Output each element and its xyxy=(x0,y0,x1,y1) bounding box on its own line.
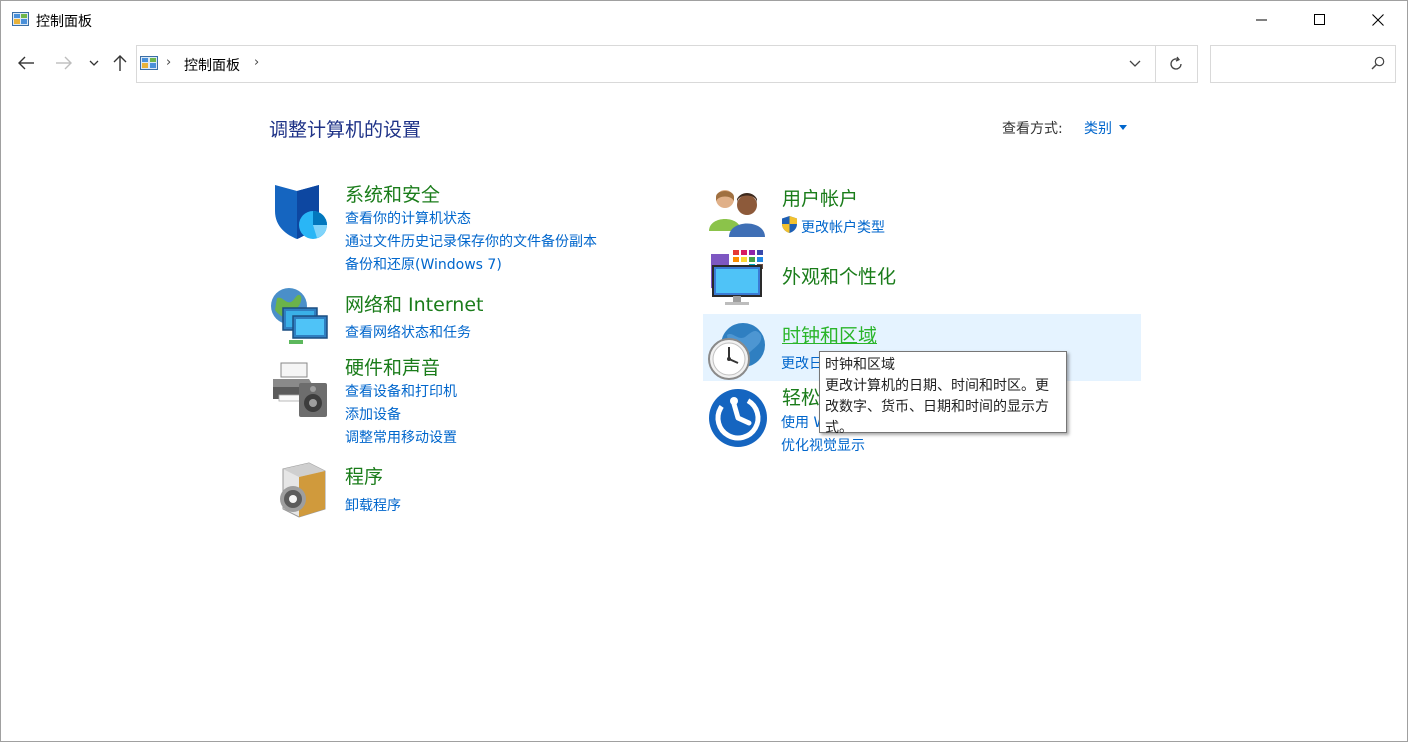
search-icon xyxy=(1371,56,1385,70)
category-title-network-internet[interactable]: 网络和 Internet xyxy=(345,290,483,317)
view-by-dropdown[interactable]: 类别 xyxy=(1084,118,1112,138)
control-panel-window: 控制面板 › 控制面板 › 调整计算机的设置 查看方式: 类别 系统和安全 查看… xyxy=(0,0,1408,742)
appearance-monitor-icon[interactable] xyxy=(709,248,771,310)
close-icon xyxy=(1372,14,1384,26)
close-button[interactable] xyxy=(1349,1,1407,39)
category-title-system-security[interactable]: 系统和安全 xyxy=(345,180,440,207)
up-button[interactable] xyxy=(109,51,131,75)
tooltip-body: 更改计算机的日期、时间和时区。更改数字、货币、日期和时间的显示方式。 xyxy=(825,378,1049,436)
recent-locations-button[interactable] xyxy=(84,51,104,75)
arrow-left-icon xyxy=(18,56,34,70)
tooltip-title: 时钟和区域 xyxy=(825,357,895,373)
chevron-down-icon xyxy=(89,60,99,66)
category-title-programs[interactable]: 程序 xyxy=(345,462,383,489)
network-globe-icon[interactable] xyxy=(269,286,331,348)
link-file-history-backup[interactable]: 通过文件历史记录保存你的文件备份副本 xyxy=(345,231,597,251)
link-change-date-time[interactable]: 更改日 xyxy=(781,353,823,373)
ease-of-access-icon[interactable] xyxy=(707,387,769,449)
search-box[interactable] xyxy=(1210,45,1396,83)
view-by-label: 查看方式: xyxy=(1002,121,1063,137)
minimize-icon xyxy=(1256,19,1267,21)
category-title-ease-of-access[interactable]: 轻松 xyxy=(782,383,820,410)
category-title-clock-region[interactable]: 时钟和区域 xyxy=(782,321,877,348)
breadcrumb-separator[interactable]: › xyxy=(166,55,171,70)
link-view-computer-status[interactable]: 查看你的计算机状态 xyxy=(345,208,471,228)
caret-down-icon[interactable] xyxy=(1119,125,1127,130)
maximize-button[interactable] xyxy=(1291,1,1349,39)
link-uninstall-program[interactable]: 卸载程序 xyxy=(345,495,401,515)
control-panel-icon xyxy=(12,12,29,26)
arrow-right-icon xyxy=(56,56,72,70)
programs-icon[interactable] xyxy=(269,459,331,521)
printer-speaker-icon[interactable] xyxy=(269,359,331,421)
link-change-account-type[interactable]: 更改帐户类型 xyxy=(801,217,885,237)
link-devices-printers[interactable]: 查看设备和打印机 xyxy=(345,381,457,401)
refresh-icon xyxy=(1170,56,1182,70)
breadcrumb-separator[interactable]: › xyxy=(254,55,259,70)
link-mobility-settings[interactable]: 调整常用移动设置 xyxy=(345,427,457,447)
category-title-appearance[interactable]: 外观和个性化 xyxy=(782,262,896,289)
title-bar[interactable]: 控制面板 xyxy=(1,1,1407,39)
page-title: 调整计算机的设置 xyxy=(269,119,422,141)
forward-button[interactable] xyxy=(53,51,75,75)
control-panel-icon xyxy=(140,56,158,70)
category-title-hardware-sound[interactable]: 硬件和声音 xyxy=(345,353,440,380)
chevron-down-icon xyxy=(1129,60,1141,67)
breadcrumb-control-panel[interactable]: 控制面板 xyxy=(184,55,240,75)
window-title: 控制面板 xyxy=(36,14,92,30)
link-add-device[interactable]: 添加设备 xyxy=(345,404,401,424)
category-title-user-accounts[interactable]: 用户帐户 xyxy=(782,184,858,211)
user-accounts-icon[interactable] xyxy=(707,183,769,245)
back-button[interactable] xyxy=(15,51,37,75)
address-dropdown-button[interactable] xyxy=(1123,54,1147,74)
address-bar[interactable]: › 控制面板 › xyxy=(136,45,1156,83)
shield-icon[interactable] xyxy=(269,181,331,243)
link-backup-restore[interactable]: 备份和还原(Windows 7) xyxy=(345,254,502,274)
arrow-up-icon xyxy=(113,55,127,71)
minimize-button[interactable] xyxy=(1233,1,1291,39)
uac-shield-icon xyxy=(782,216,797,233)
link-network-status[interactable]: 查看网络状态和任务 xyxy=(345,322,471,342)
clock-globe-icon[interactable] xyxy=(707,319,769,381)
refresh-button[interactable] xyxy=(1155,45,1198,83)
tooltip: 时钟和区域 更改计算机的日期、时间和时区。更改数字、货币、日期和时间的显示方式。 xyxy=(819,351,1067,436)
maximize-icon xyxy=(1314,14,1325,25)
